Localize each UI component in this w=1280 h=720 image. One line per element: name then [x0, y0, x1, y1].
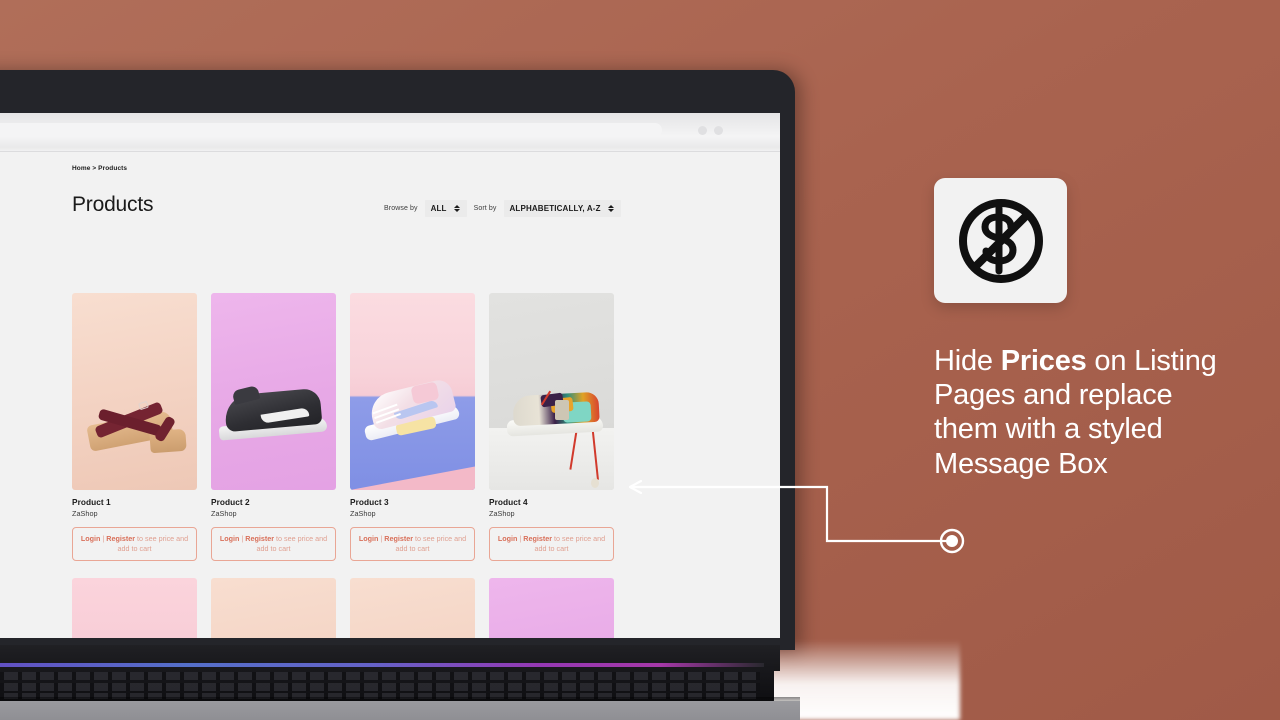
price-message-text: Login | Register to see price and add to… [80, 534, 189, 553]
product-image[interactable] [489, 293, 614, 490]
product-vendor: ZaShop [489, 509, 515, 518]
tagline-part-1: Hide [934, 345, 1001, 377]
price-message-text: Login | Register to see price and add to… [219, 534, 328, 553]
promo-tagline: Hide Prices on Listing Pages and replace… [934, 344, 1234, 481]
product-name: Product 2 [211, 497, 250, 507]
product-card[interactable]: Product 4 ZaShop Login | Register to see p… [489, 293, 614, 561]
product-vendor: ZaShop [211, 509, 237, 518]
browse-by-select[interactable]: ALL [424, 199, 467, 217]
price-message-text: Login | Register to see price and add to… [358, 534, 467, 553]
product-image[interactable] [489, 578, 614, 638]
product-card[interactable]: Product 3 ZaShop Login | Register to see p… [350, 293, 475, 561]
product-image[interactable] [211, 293, 336, 490]
product-card[interactable] [211, 578, 336, 638]
chrome-profile-dot-icon[interactable] [714, 126, 723, 135]
product-name: Product 3 [350, 497, 389, 507]
laptop-screen: Home > Products Products Browse by ALL S… [0, 113, 780, 638]
price-message-box[interactable]: Login | Register to see price and add to… [489, 527, 614, 561]
sort-by-label: Sort by [473, 204, 497, 212]
price-message-text: Login | Register to see price and add to… [497, 534, 606, 553]
product-name: Product 1 [72, 497, 111, 507]
shoe-shape [350, 466, 475, 490]
browse-by-value: ALL [430, 203, 447, 213]
price-message-box[interactable]: Login | Register to see price and add to… [211, 527, 336, 561]
register-link[interactable]: Register [523, 534, 552, 543]
login-link[interactable]: Login [220, 534, 240, 543]
sort-by-select[interactable]: ALPHABETICALLY, A-Z [503, 199, 621, 217]
browse-by-label: Browse by [384, 204, 418, 212]
tagline-bold-word: Prices [1000, 345, 1087, 377]
promo-stage: Home > Products Products Browse by ALL S… [0, 0, 1280, 720]
login-link[interactable]: Login [498, 534, 518, 543]
product-card[interactable]: Product 2 ZaShop Login | Register to see p… [211, 293, 336, 561]
product-image[interactable] [72, 293, 197, 490]
product-name: Product 4 [489, 497, 528, 507]
shoe-shape [555, 400, 569, 420]
browser-chrome [0, 113, 780, 152]
product-vendor: ZaShop [350, 509, 376, 518]
product-image[interactable] [72, 578, 197, 638]
product-image[interactable] [350, 578, 475, 638]
product-card[interactable] [72, 578, 197, 638]
keyboard-row [0, 672, 760, 680]
no-price-icon-card [934, 178, 1067, 303]
shoe-shape [591, 478, 599, 488]
product-card[interactable] [489, 578, 614, 638]
login-link[interactable]: Login [359, 534, 379, 543]
no-price-icon [958, 198, 1043, 283]
product-image[interactable] [211, 578, 336, 638]
product-image[interactable] [350, 293, 475, 490]
sort-by-value: ALPHABETICALLY, A-Z [509, 203, 601, 213]
breadcrumb[interactable]: Home > Products [72, 165, 127, 172]
price-message-box[interactable]: Login | Register to see price and add to… [72, 527, 197, 561]
product-card[interactable]: Product 1 ZaShop Login | Register to see p… [72, 293, 197, 561]
touch-bar [0, 663, 764, 667]
filter-bar: Browse by ALL Sort by ALPHABETICALLY, A-… [384, 199, 621, 217]
laptop-body [0, 701, 800, 720]
chrome-menu-dot-icon[interactable] [698, 126, 707, 135]
register-link[interactable]: Register [245, 534, 274, 543]
product-card[interactable] [350, 578, 475, 638]
product-vendor: ZaShop [72, 509, 98, 518]
login-link[interactable]: Login [81, 534, 101, 543]
register-link[interactable]: Register [106, 534, 135, 543]
chevron-updown-icon [608, 204, 615, 212]
address-bar[interactable] [0, 123, 662, 137]
register-link[interactable]: Register [384, 534, 413, 543]
store-page: Home > Products Products Browse by ALL S… [0, 152, 780, 638]
chevron-updown-icon [454, 204, 461, 212]
laptop-mockup: Home > Products Products Browse by ALL S… [0, 70, 795, 660]
product-grid: Product 1 ZaShop Login | Register to see p… [72, 293, 732, 638]
laptop-base [0, 645, 800, 720]
price-message-box[interactable]: Login | Register to see price and add to… [350, 527, 475, 561]
page-title: Products [72, 193, 154, 216]
keyboard-row [0, 683, 760, 691]
